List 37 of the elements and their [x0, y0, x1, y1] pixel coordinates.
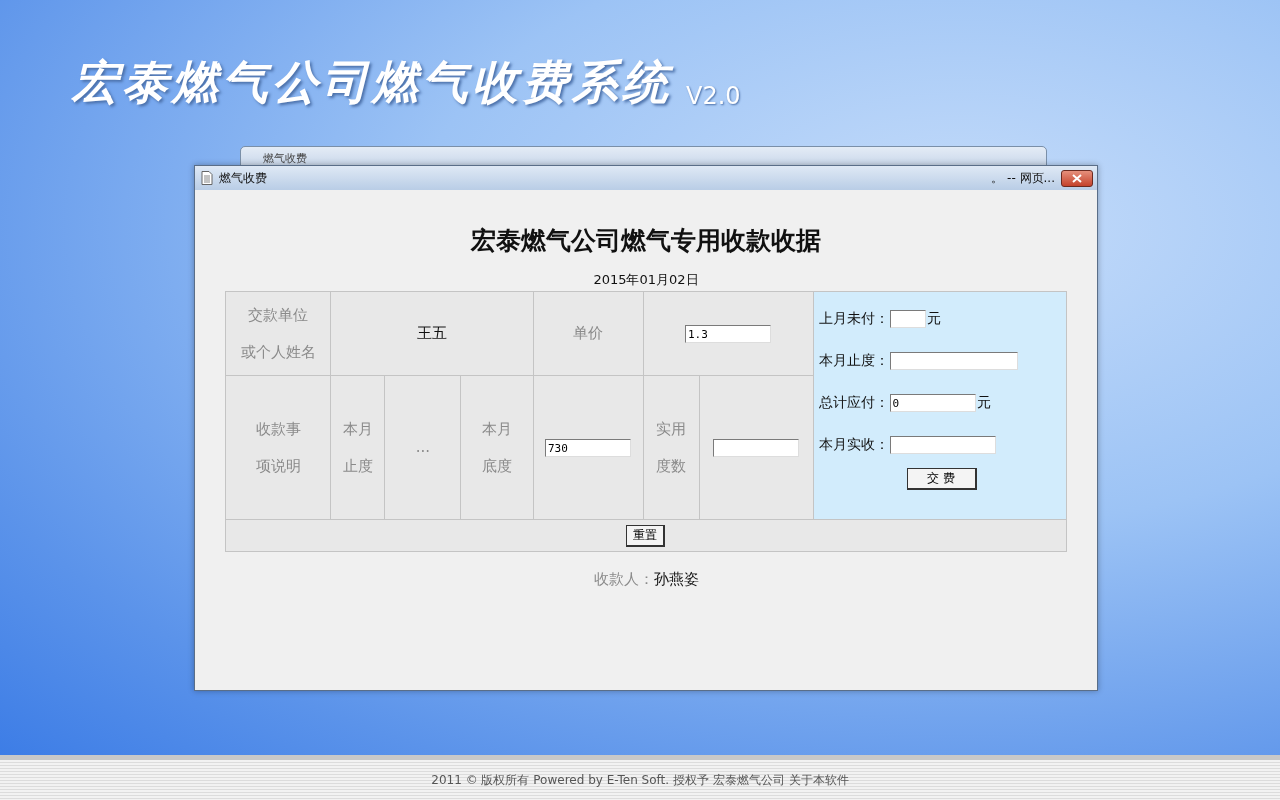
close-button[interactable] — [1061, 169, 1093, 187]
field-label: 本月止度： — [818, 352, 889, 370]
table-cell: 本月 止度 — [331, 375, 385, 520]
input-field[interactable]: 1.3 — [685, 325, 771, 344]
receipt-heading: 宏泰燃气公司燃气专用收款收据 — [471, 225, 821, 257]
window-title: 燃气收费 — [262, 152, 307, 165]
app-title: 宏泰燃气公司燃气收费系统 — [72, 54, 672, 111]
about-link[interactable]: 关于本软件 — [788, 771, 849, 789]
reset-button[interactable]: 重置 — [626, 524, 666, 547]
close-icon — [1072, 173, 1082, 183]
table-cell: ... — [385, 375, 461, 520]
pay-button[interactable]: 交 费 — [906, 468, 977, 490]
table-cell: 实用 度数 — [643, 375, 699, 520]
input-field[interactable]: 730 — [545, 439, 631, 458]
window-title: 燃气收费 — [219, 169, 267, 187]
table-cell: 王五 — [331, 291, 533, 376]
app-version: V2.0 — [686, 82, 741, 112]
field-label: 上月未付： — [818, 310, 889, 328]
payee-label: 收款人： — [593, 570, 654, 588]
table-cell: 本月 底度 — [461, 375, 533, 520]
field-label: 总计应付： — [818, 394, 889, 412]
unit-label: 元 — [976, 394, 991, 412]
input-field[interactable] — [713, 439, 799, 458]
window-title-suffix: 。 -- 网页... — [991, 169, 1055, 187]
field-label: 本月实收： — [818, 436, 889, 454]
table-cell: 收款事 项说明 — [226, 375, 331, 520]
input-field[interactable] — [889, 310, 926, 328]
table-cell: 单价 — [533, 291, 643, 376]
table-cell: 交款单位 或个人姓名 — [226, 291, 331, 376]
unit-label: 元 — [926, 310, 941, 328]
copyright-text: 2011 © 版权所有 Powered by E-Ten Soft. 授权予 宏泰燃气公司 — [431, 771, 785, 789]
input-field[interactable]: 0 — [889, 394, 976, 412]
input-field[interactable] — [889, 352, 1018, 370]
receipt-date: 2015年01月02日 — [593, 271, 699, 289]
input-field[interactable] — [889, 436, 996, 454]
payee-name: 孙燕姿 — [653, 570, 699, 588]
document-icon — [201, 171, 213, 185]
